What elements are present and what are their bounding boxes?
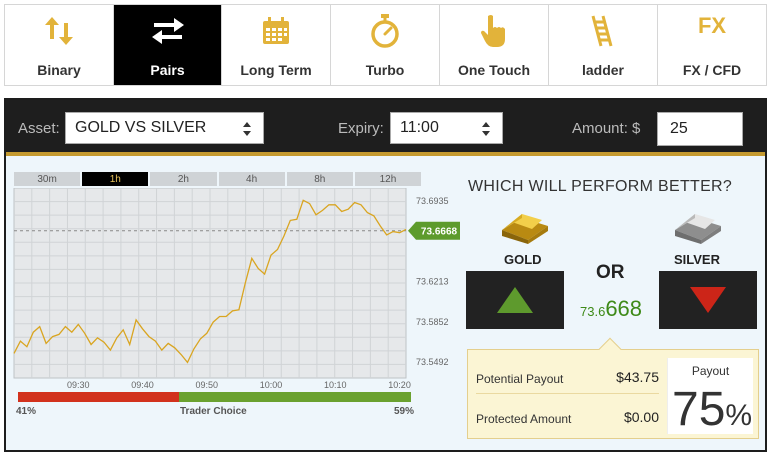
timeframe-tabs: 30m 1h 2h 4h 8h 12h (14, 172, 422, 186)
payout-box: Potential Payout $43.75 Protected Amount… (467, 337, 759, 439)
potential-payout-value: $43.75 (616, 369, 659, 385)
choice-bar-red (18, 392, 180, 402)
select-arrows-icon (482, 122, 490, 136)
silver-down-button[interactable] (659, 271, 757, 329)
choice-right-percent: 59% (393, 406, 414, 417)
tab-label: One Touch (457, 62, 531, 78)
x-tick-label: 10:20 (388, 380, 411, 388)
timeframe-tab-30m[interactable]: 30m (14, 172, 81, 186)
y-tick-label: 73.6935 (416, 196, 449, 206)
choice-left-percent: 41% (16, 406, 37, 417)
triangle-down-icon (690, 287, 726, 313)
timeframe-tab-1h[interactable]: 1h (82, 172, 149, 186)
tab-label: Pairs (150, 62, 185, 78)
tab-label: Long Term (240, 62, 312, 78)
y-tick-label: 73.5852 (416, 317, 449, 327)
tab-binary[interactable]: Binary (5, 5, 114, 85)
trading-panel: Asset: GOLD VS SILVER Expiry: 11:00 Amou… (4, 98, 767, 452)
price-prefix: 73.6 (580, 304, 606, 319)
tab-long-term[interactable]: Long Term (222, 5, 331, 85)
tab-one-touch[interactable]: One Touch (440, 5, 549, 85)
asset-select[interactable]: GOLD VS SILVER (65, 112, 264, 144)
timeframe-tab-8h[interactable]: 8h (286, 172, 353, 186)
potential-payout-row: Potential Payout $43.75 (476, 369, 659, 386)
select-arrows-icon (243, 122, 251, 136)
payout-unit: % (725, 399, 753, 432)
current-value-text: 73.6668 (421, 227, 458, 238)
amount-label: Amount: $ (572, 120, 641, 137)
stopwatch-icon (371, 14, 399, 48)
asset-select-value: GOLD VS SILVER (75, 119, 207, 136)
product-tabs: Binary Pairs Long Term Turbo One Touch l… (4, 4, 767, 86)
payout-number: 75 (672, 383, 726, 436)
x-tick-label: 10:10 (324, 380, 347, 388)
timeframe-tab-4h[interactable]: 4h (218, 172, 285, 186)
y-tick-label: 73.5492 (416, 357, 449, 367)
tab-label: Binary (37, 62, 81, 78)
timeframe-tab-2h[interactable]: 2h (150, 172, 217, 186)
pointing-hand-icon (481, 15, 505, 47)
expiry-label: Expiry: (338, 120, 384, 137)
controls-bar: Asset: GOLD VS SILVER Expiry: 11:00 Amou… (6, 100, 765, 156)
choice-center-label: Trader Choice (180, 406, 247, 417)
arrows-left-right-icon (151, 18, 184, 44)
compare-question: WHICH WILL PERFORM BETTER? (468, 178, 733, 195)
gold-bar-icon (502, 214, 548, 244)
payout-title: Payout (691, 364, 730, 378)
calendar-icon (263, 17, 289, 44)
amount-input[interactable]: 25 (657, 112, 743, 146)
tab-turbo[interactable]: Turbo (331, 5, 440, 85)
silver-bar-icon (675, 214, 721, 244)
tab-ladder[interactable]: ladder (549, 5, 658, 85)
arrows-up-down-icon (45, 17, 73, 45)
tab-label: Turbo (365, 62, 405, 78)
timeframe-tab-12h[interactable]: 12h (354, 172, 422, 186)
x-tick-label: 09:30 (67, 380, 90, 388)
y-tick-label: 73.6213 (416, 277, 449, 287)
trader-choice-labels: 41% Trader Choice 59% (16, 406, 414, 420)
silver-label: SILVER (674, 252, 720, 267)
gold-up-button[interactable] (466, 271, 564, 329)
x-tick-label: 10:00 (260, 380, 283, 388)
ratio-price: 73.6668 (580, 296, 642, 322)
price-chart: 73.6935 73.6213 73.5852 73.5492 09:30 09:40 09… (13, 188, 460, 388)
triangle-up-icon (497, 287, 533, 313)
asset-label: Asset: (18, 120, 60, 137)
potential-payout-label: Potential Payout (476, 372, 564, 386)
ladder-icon (591, 15, 613, 47)
expiry-select[interactable]: 11:00 (390, 112, 503, 144)
payout-percent-panel: Payout 75% (667, 358, 753, 434)
x-tick-label: 09:40 (131, 380, 154, 388)
protected-amount-row: Protected Amount $0.00 (476, 409, 659, 426)
protected-amount-value: $0.00 (623, 409, 659, 425)
protected-amount-label: Protected Amount (476, 412, 572, 426)
price-suffix: 668 (605, 296, 643, 321)
x-tick-label: 09:50 (196, 380, 219, 388)
tab-label: ladder (581, 62, 624, 78)
or-label: OR (596, 262, 625, 283)
tab-pairs[interactable]: Pairs (114, 5, 222, 85)
choice-bar-green (179, 392, 411, 402)
tab-fx-cfd[interactable]: FX FX / CFD (658, 5, 766, 85)
fx-icon: FX (697, 13, 727, 38)
tab-label: FX / CFD (682, 62, 742, 78)
expiry-select-value: 11:00 (400, 119, 439, 136)
trader-choice-bar (18, 392, 411, 402)
gold-label: GOLD (504, 252, 542, 267)
payout-percent: 75% (672, 386, 752, 434)
